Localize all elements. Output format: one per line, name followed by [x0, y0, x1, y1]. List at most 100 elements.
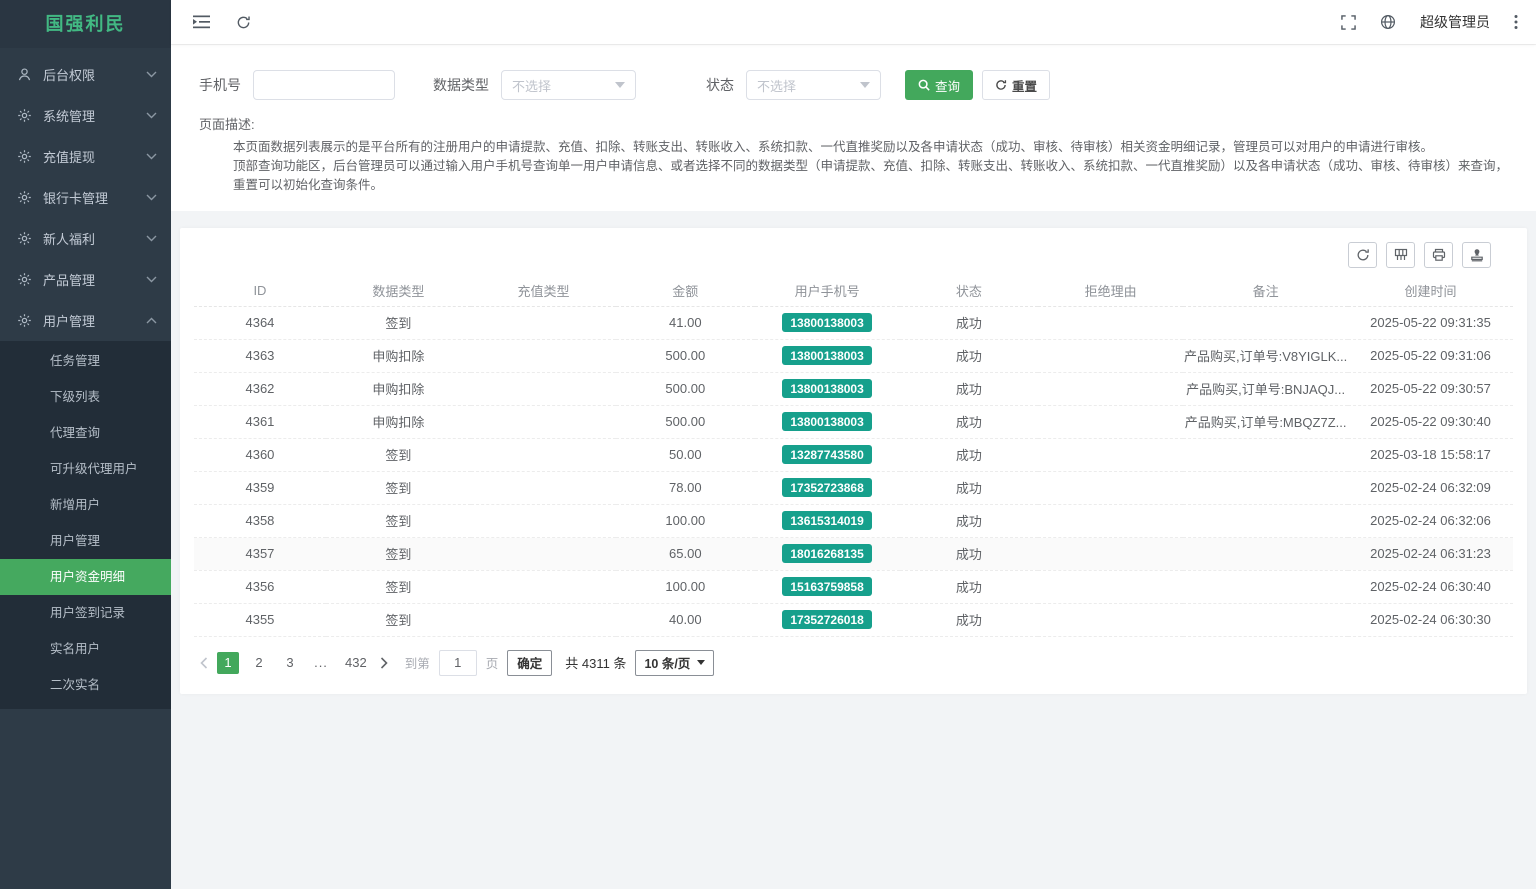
status-field-group: 状态 不选择	[706, 70, 881, 100]
sidebar-submenu-item[interactable]: 下级列表	[0, 379, 171, 415]
table-toolbar	[194, 238, 1513, 276]
cell-recharge-type	[471, 438, 616, 471]
sidebar-submenu: 任务管理下级列表代理查询可升级代理用户新增用户用户管理用户资金明细用户签到记录实…	[0, 341, 171, 709]
page-number-button[interactable]: 3	[279, 652, 301, 674]
cell-id: 4360	[194, 438, 326, 471]
cell-id: 4355	[194, 603, 326, 636]
sidebar-item-6[interactable]: 用户管理	[0, 300, 171, 341]
kebab-menu-icon[interactable]	[1514, 14, 1518, 30]
sidebar-item-5[interactable]: 产品管理	[0, 259, 171, 300]
cell-data-type: 签到	[326, 603, 471, 636]
page-ellipsis: ...	[310, 652, 332, 674]
fullscreen-icon[interactable]	[1341, 15, 1356, 30]
cell-status: 成功	[900, 438, 1038, 471]
table-row: 4358 签到 100.00 13615314019 成功 2025-02-24…	[194, 504, 1513, 537]
prev-page-icon[interactable]	[200, 657, 208, 669]
export-button[interactable]	[1462, 242, 1491, 268]
table-row: 4360 签到 50.00 13287743580 成功 2025-03-18 …	[194, 438, 1513, 471]
cell-phone: 17352726018	[755, 603, 900, 636]
cell-status: 成功	[900, 405, 1038, 438]
sidebar-item-1[interactable]: 系统管理	[0, 95, 171, 136]
refresh-page-icon[interactable]	[236, 15, 251, 30]
pagination: 123...432 到第 页 确定 共 4311 条 10 条/页	[194, 637, 1513, 688]
goto-prefix-label: 到第	[405, 653, 430, 672]
cell-phone: 13615314019	[755, 504, 900, 537]
print-button[interactable]	[1424, 242, 1453, 268]
cell-reject-reason	[1038, 306, 1183, 339]
sidebar-item-2[interactable]: 充值提现	[0, 136, 171, 177]
table-row: 4364 签到 41.00 13800138003 成功 2025-05-22 …	[194, 306, 1513, 339]
phone-badge[interactable]: 13287743580	[782, 445, 871, 464]
phone-badge[interactable]: 18016268135	[782, 544, 871, 563]
phone-badge[interactable]: 15163759858	[782, 577, 871, 596]
cell-phone: 13800138003	[755, 306, 900, 339]
page-size-select[interactable]: 10 条/页	[635, 650, 714, 676]
phone-badge[interactable]: 13800138003	[782, 412, 871, 431]
table-row: 4356 签到 100.00 15163759858 成功 2025-02-24…	[194, 570, 1513, 603]
data-type-label: 数据类型	[433, 75, 489, 95]
sidebar-item-3[interactable]: 银行卡管理	[0, 177, 171, 218]
cell-remark	[1183, 570, 1348, 603]
phone-badge[interactable]: 13800138003	[782, 346, 871, 365]
sidebar-submenu-item[interactable]: 可升级代理用户	[0, 451, 171, 487]
goto-suffix-label: 页	[486, 653, 499, 672]
data-type-select[interactable]: 不选择	[501, 70, 636, 100]
sidebar-submenu-item[interactable]: 用户资金明细	[0, 559, 171, 595]
page-number-button[interactable]: 1	[217, 652, 239, 674]
chevron-down-icon	[146, 153, 157, 160]
cell-data-type: 签到	[326, 471, 471, 504]
status-select[interactable]: 不选择	[746, 70, 881, 100]
cell-created-at: 2025-05-22 09:30:40	[1348, 405, 1513, 438]
page-number-button[interactable]: 2	[248, 652, 270, 674]
collapse-sidebar-icon[interactable]	[193, 15, 210, 29]
topbar-left	[193, 15, 251, 30]
cell-amount: 500.00	[616, 372, 754, 405]
cell-data-type: 申购扣除	[326, 339, 471, 372]
spacer-band	[171, 211, 1536, 228]
cell-phone: 13800138003	[755, 339, 900, 372]
phone-badge[interactable]: 13615314019	[782, 511, 871, 530]
sidebar-submenu-item[interactable]: 用户签到记录	[0, 595, 171, 631]
cell-recharge-type	[471, 537, 616, 570]
goto-confirm-button[interactable]: 确定	[507, 650, 552, 676]
refresh-table-button[interactable]	[1348, 242, 1377, 268]
phone-badge[interactable]: 13800138003	[782, 313, 871, 332]
cell-reject-reason	[1038, 372, 1183, 405]
phone-badge[interactable]: 17352723868	[782, 478, 871, 497]
sidebar-item-0[interactable]: 后台权限	[0, 54, 171, 95]
cell-id: 4362	[194, 372, 326, 405]
sidebar-submenu-item[interactable]: 实名用户	[0, 631, 171, 667]
reset-button[interactable]: 重置	[982, 70, 1050, 100]
cell-data-type: 签到	[326, 537, 471, 570]
table-row: 4357 签到 65.00 18016268135 成功 2025-02-24 …	[194, 537, 1513, 570]
query-button[interactable]: 查询	[905, 70, 973, 100]
cell-data-type: 签到	[326, 504, 471, 537]
cell-remark	[1183, 471, 1348, 504]
cell-status: 成功	[900, 504, 1038, 537]
admin-user-label[interactable]: 超级管理员	[1420, 12, 1490, 32]
cell-status: 成功	[900, 537, 1038, 570]
next-page-icon[interactable]	[380, 657, 388, 669]
phone-input[interactable]	[253, 70, 395, 100]
cell-id: 4364	[194, 306, 326, 339]
cell-created-at: 2025-03-18 15:58:17	[1348, 438, 1513, 471]
page-number-button[interactable]: 432	[341, 652, 371, 674]
table-row: 4362 申购扣除 500.00 13800138003 成功 产品购买,订单号…	[194, 372, 1513, 405]
sidebar-submenu-item[interactable]: 任务管理	[0, 343, 171, 379]
cell-amount: 100.00	[616, 570, 754, 603]
cell-id: 4356	[194, 570, 326, 603]
sidebar-submenu-item[interactable]: 二次实名	[0, 667, 171, 703]
columns-filter-button[interactable]	[1386, 242, 1415, 268]
sidebar-submenu-item[interactable]: 新增用户	[0, 487, 171, 523]
phone-badge[interactable]: 17352726018	[782, 610, 871, 629]
globe-icon[interactable]	[1380, 14, 1396, 30]
cell-id: 4357	[194, 537, 326, 570]
cell-reject-reason	[1038, 339, 1183, 372]
sidebar-submenu-item[interactable]: 代理查询	[0, 415, 171, 451]
sidebar-item-4[interactable]: 新人福利	[0, 218, 171, 259]
cell-remark: 产品购买,订单号:MBQZ7Z...	[1183, 405, 1348, 438]
goto-page-input[interactable]	[439, 650, 477, 676]
phone-badge[interactable]: 13800138003	[782, 379, 871, 398]
cell-reject-reason	[1038, 504, 1183, 537]
sidebar-submenu-item[interactable]: 用户管理	[0, 523, 171, 559]
